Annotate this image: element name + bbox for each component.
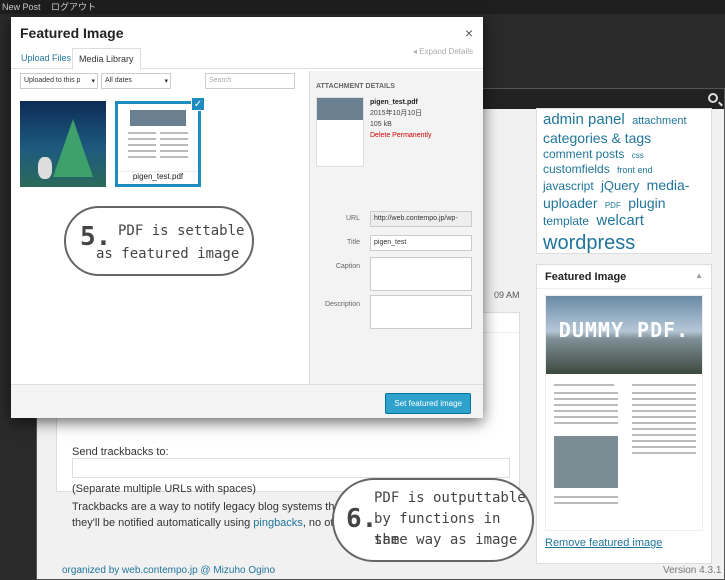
- title-field[interactable]: pigen_test: [370, 235, 472, 251]
- callout-6-line1: PDF is outputtable: [374, 490, 526, 506]
- attachment-thumb-pdf[interactable]: pigen_test.pdf: [115, 101, 201, 187]
- tag-link[interactable]: PDF: [605, 201, 621, 210]
- description-label: Description: [324, 301, 360, 308]
- url-label: URL: [345, 215, 360, 222]
- title-label: Title: [347, 239, 360, 246]
- tag-link[interactable]: comment posts: [543, 147, 624, 161]
- callout-5: 5. PDF is settable as featured image: [64, 206, 254, 276]
- collapse-arrow-icon[interactable]: ▲: [695, 271, 703, 280]
- modal-footer: Set featured image: [11, 384, 483, 418]
- callout-6: 6. PDF is outputtable by functions in th…: [332, 478, 534, 562]
- details-info: pigen_test.pdf 2015年10月10日 105 kB Delete…: [370, 97, 431, 141]
- tag-link[interactable]: jQuery: [601, 178, 639, 193]
- time-fragment: 09 AM: [494, 290, 520, 300]
- details-date: 2015年10月10日: [370, 110, 423, 117]
- attachment-details-sidebar: ATTACHMENT DETAILS pigen_test.pdf 2015年1…: [309, 71, 483, 384]
- remove-featured-image-link[interactable]: Remove featured image: [545, 537, 662, 549]
- details-thumb: [316, 97, 364, 167]
- top-admin-bar: New Post ログアウト: [0, 0, 725, 14]
- search-icon[interactable]: [708, 93, 718, 103]
- details-filename: pigen_test.pdf: [370, 99, 418, 106]
- delete-permanently-link[interactable]: Delete Permanently: [370, 130, 431, 141]
- callout-6-number: 6.: [346, 504, 378, 534]
- topbar-new-post[interactable]: New Post: [2, 2, 41, 12]
- featured-image-header: Featured Image ▲: [537, 265, 711, 289]
- callout-6-line3: same way as image: [374, 532, 518, 548]
- footer-version: Version 4.3.1: [663, 565, 722, 576]
- callout-5-line1: PDF is settable: [118, 223, 245, 239]
- chevron-down-icon: ▾: [164, 78, 168, 85]
- modal-title: Featured Image: [20, 25, 124, 41]
- tab-media-library[interactable]: Media Library: [72, 48, 141, 70]
- filter-upload-select[interactable]: Uploaded to this p ▾: [20, 73, 98, 89]
- details-size: 105 kB: [370, 121, 392, 128]
- thumb-caption: pigen_test.pdf: [118, 171, 198, 184]
- trackbacks-label: Send trackbacks to:: [72, 446, 169, 458]
- tab-upload-files[interactable]: Upload Files: [15, 48, 77, 68]
- close-icon[interactable]: ×: [465, 25, 473, 41]
- trackbacks-input[interactable]: [72, 458, 510, 478]
- set-featured-image-button[interactable]: Set featured image: [385, 393, 471, 414]
- expand-details-link[interactable]: ◂ Expand Details: [413, 47, 473, 56]
- topbar-logout[interactable]: ログアウト: [51, 2, 96, 12]
- url-field[interactable]: http://web.contempo.jp/wp-: [370, 211, 472, 227]
- tag-link[interactable]: plugin: [628, 195, 665, 211]
- tag-link[interactable]: categories & tags: [543, 130, 651, 146]
- caption-label: Caption: [335, 263, 360, 270]
- featured-pdf-preview: DUMMY PDF.: [545, 295, 703, 531]
- tag-link[interactable]: front end: [617, 165, 653, 175]
- tag-link[interactable]: admin panel: [543, 111, 625, 128]
- figure-image: [38, 157, 52, 179]
- tag-link[interactable]: template: [543, 214, 589, 228]
- trackbacks-note: (Separate multiple URLs with spaces): [72, 483, 257, 495]
- tag-link[interactable]: css: [632, 151, 644, 160]
- tag-link[interactable]: javascript: [543, 179, 594, 193]
- tag-link[interactable]: welcart: [596, 212, 644, 229]
- tag-link[interactable]: attachment: [632, 115, 686, 127]
- callout-5-line2: as featured image: [96, 246, 240, 262]
- tag-cloud: admin panel attachment categories & tags…: [536, 108, 712, 254]
- details-heading: ATTACHMENT DETAILS: [316, 83, 395, 90]
- pdf-hero-text: DUMMY PDF.: [558, 318, 690, 342]
- attachment-thumb-christmas[interactable]: [20, 101, 106, 187]
- tag-link[interactable]: wordpress: [543, 232, 635, 254]
- tree-image: [53, 119, 93, 177]
- search-input[interactable]: Search: [205, 73, 295, 89]
- filter-dates-select[interactable]: All dates ▾: [101, 73, 171, 89]
- chevron-down-icon: ▾: [91, 78, 95, 85]
- caption-field[interactable]: [370, 257, 472, 291]
- featured-image-box: Featured Image ▲ DUMMY PDF. Remove featur…: [536, 264, 712, 564]
- description-field[interactable]: [370, 295, 472, 329]
- pingbacks-link[interactable]: pingbacks: [253, 517, 303, 529]
- footer-credit[interactable]: organized by web.contempo.jp @ Mizuho Og…: [62, 565, 275, 576]
- tag-link[interactable]: customfields: [543, 162, 610, 176]
- checkmark-icon[interactable]: ✓: [191, 97, 205, 111]
